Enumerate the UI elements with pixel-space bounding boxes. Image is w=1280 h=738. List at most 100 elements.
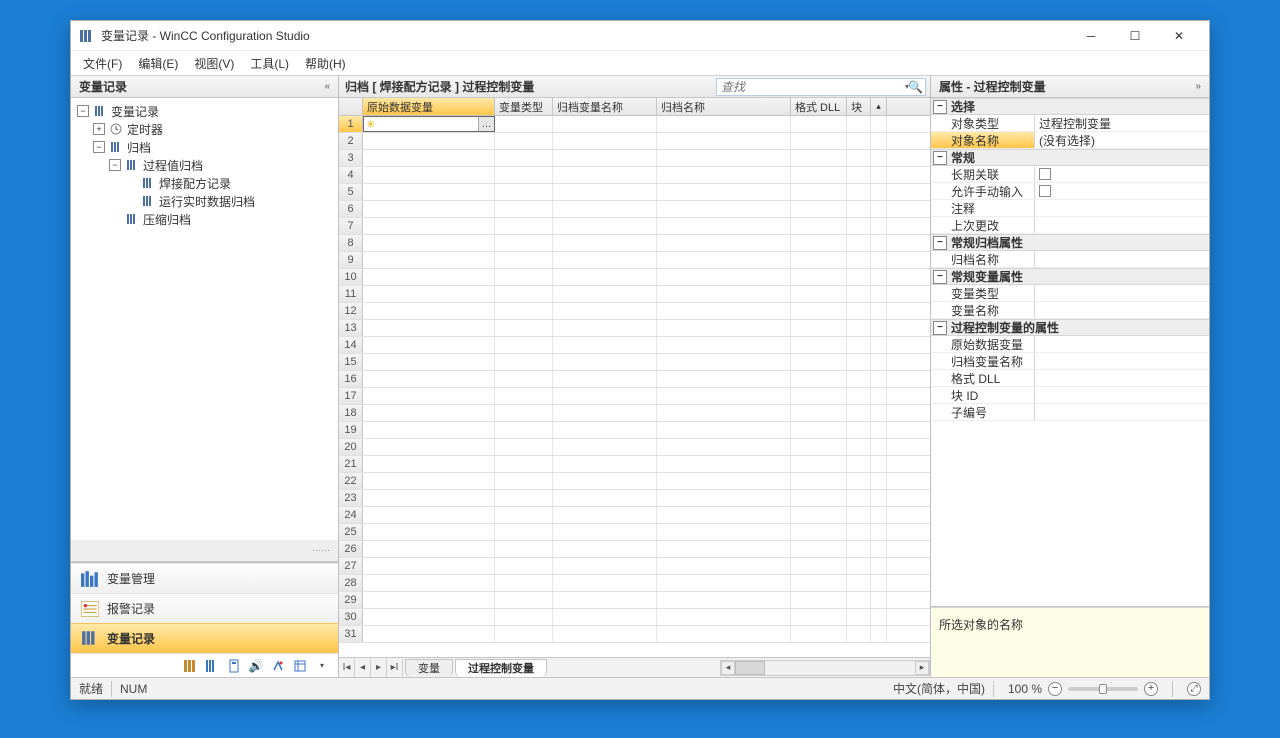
- table-row[interactable]: 16: [339, 371, 930, 388]
- row-header[interactable]: 22: [339, 473, 363, 489]
- cell[interactable]: [495, 609, 553, 625]
- cell[interactable]: [495, 218, 553, 234]
- cell-raw-tag[interactable]: [363, 354, 495, 370]
- cell[interactable]: [657, 456, 791, 472]
- cell[interactable]: [553, 388, 657, 404]
- cell[interactable]: [871, 592, 887, 608]
- cell[interactable]: [847, 337, 871, 353]
- cell[interactable]: [791, 541, 847, 557]
- cell[interactable]: [847, 575, 871, 591]
- prop-sub-number[interactable]: 子编号: [931, 404, 1209, 421]
- row-header[interactable]: 28: [339, 575, 363, 591]
- corner-cell[interactable]: [339, 98, 363, 115]
- row-header[interactable]: 17: [339, 388, 363, 404]
- prop-raw-tag[interactable]: 原始数据变量: [931, 336, 1209, 353]
- cell[interactable]: [847, 541, 871, 557]
- cell[interactable]: [657, 371, 791, 387]
- cell[interactable]: [847, 303, 871, 319]
- zoom-fit-button[interactable]: ⤢: [1187, 682, 1201, 696]
- cell[interactable]: [657, 524, 791, 540]
- cell[interactable]: [791, 303, 847, 319]
- cell[interactable]: [871, 133, 887, 149]
- cell[interactable]: [553, 524, 657, 540]
- cell[interactable]: [871, 388, 887, 404]
- cell[interactable]: [657, 388, 791, 404]
- minus-icon[interactable]: −: [933, 270, 947, 284]
- cell[interactable]: [495, 541, 553, 557]
- cell[interactable]: [553, 575, 657, 591]
- cell[interactable]: [791, 116, 847, 132]
- cell[interactable]: [847, 422, 871, 438]
- menu-tools[interactable]: 工具(L): [244, 53, 295, 74]
- nav-alarm-log[interactable]: 报警记录: [71, 593, 338, 623]
- cell-raw-tag[interactable]: [363, 439, 495, 455]
- browse-button[interactable]: …: [478, 117, 494, 131]
- cell[interactable]: [847, 116, 871, 132]
- tree-compressed[interactable]: 压缩归档: [73, 210, 336, 228]
- cell-raw-tag[interactable]: [363, 609, 495, 625]
- tree-archive[interactable]: −归档: [73, 138, 336, 156]
- row-header[interactable]: 12: [339, 303, 363, 319]
- zoom-in-button[interactable]: +: [1144, 682, 1158, 696]
- row-header[interactable]: 5: [339, 184, 363, 200]
- close-button[interactable]: ✕: [1157, 22, 1201, 50]
- minus-icon[interactable]: −: [933, 100, 947, 114]
- cell[interactable]: [791, 133, 847, 149]
- grid-body[interactable]: 1✳…2345678910111213141516171819202122232…: [339, 116, 930, 657]
- cell[interactable]: [791, 269, 847, 285]
- row-header[interactable]: 30: [339, 609, 363, 625]
- cell[interactable]: [791, 150, 847, 166]
- scroll-up-icon[interactable]: ▴: [871, 98, 887, 115]
- menu-edit[interactable]: 编辑(E): [132, 53, 184, 74]
- cell[interactable]: [553, 116, 657, 132]
- expander-icon[interactable]: −: [109, 159, 121, 171]
- cell[interactable]: [657, 235, 791, 251]
- row-header[interactable]: 8: [339, 235, 363, 251]
- row-header[interactable]: 26: [339, 541, 363, 557]
- cell[interactable]: [871, 473, 887, 489]
- prop-block-id[interactable]: 块 ID: [931, 387, 1209, 404]
- cell[interactable]: [495, 575, 553, 591]
- cell[interactable]: [553, 235, 657, 251]
- cell[interactable]: [871, 303, 887, 319]
- cell[interactable]: [791, 473, 847, 489]
- table-row[interactable]: 25: [339, 524, 930, 541]
- nav-tag-management[interactable]: 变量管理: [71, 563, 338, 593]
- cell[interactable]: [791, 626, 847, 642]
- table-row[interactable]: 2: [339, 133, 930, 150]
- cell[interactable]: [791, 388, 847, 404]
- cell[interactable]: [553, 354, 657, 370]
- cell[interactable]: [553, 303, 657, 319]
- expander-icon[interactable]: −: [77, 105, 89, 117]
- maximize-button[interactable]: ☐: [1113, 22, 1157, 50]
- cell[interactable]: [791, 218, 847, 234]
- cell[interactable]: [495, 320, 553, 336]
- table-row[interactable]: 13: [339, 320, 930, 337]
- row-header[interactable]: 6: [339, 201, 363, 217]
- cell[interactable]: [495, 303, 553, 319]
- table-row[interactable]: 6: [339, 201, 930, 218]
- row-header[interactable]: 24: [339, 507, 363, 523]
- table-row[interactable]: 23: [339, 490, 930, 507]
- cell[interactable]: [847, 626, 871, 642]
- prop-tag-type[interactable]: 变量类型: [931, 285, 1209, 302]
- tool-icon-2[interactable]: [204, 658, 220, 674]
- expander-icon[interactable]: +: [93, 123, 105, 135]
- cell[interactable]: [657, 116, 791, 132]
- table-row[interactable]: 19: [339, 422, 930, 439]
- table-row[interactable]: 8: [339, 235, 930, 252]
- cell[interactable]: [847, 269, 871, 285]
- tab-nav-prev[interactable]: ◂: [355, 659, 371, 677]
- cell[interactable]: [657, 558, 791, 574]
- table-row[interactable]: 28: [339, 575, 930, 592]
- cell[interactable]: [553, 609, 657, 625]
- menu-file[interactable]: 文件(F): [77, 53, 128, 74]
- tab-nav-first[interactable]: I◂: [339, 659, 355, 677]
- zoom-out-button[interactable]: −: [1048, 682, 1062, 696]
- cell[interactable]: [847, 320, 871, 336]
- cell[interactable]: [847, 354, 871, 370]
- tool-icon-5[interactable]: [270, 658, 286, 674]
- cell[interactable]: [871, 252, 887, 268]
- cell-raw-tag[interactable]: [363, 507, 495, 523]
- row-header[interactable]: 27: [339, 558, 363, 574]
